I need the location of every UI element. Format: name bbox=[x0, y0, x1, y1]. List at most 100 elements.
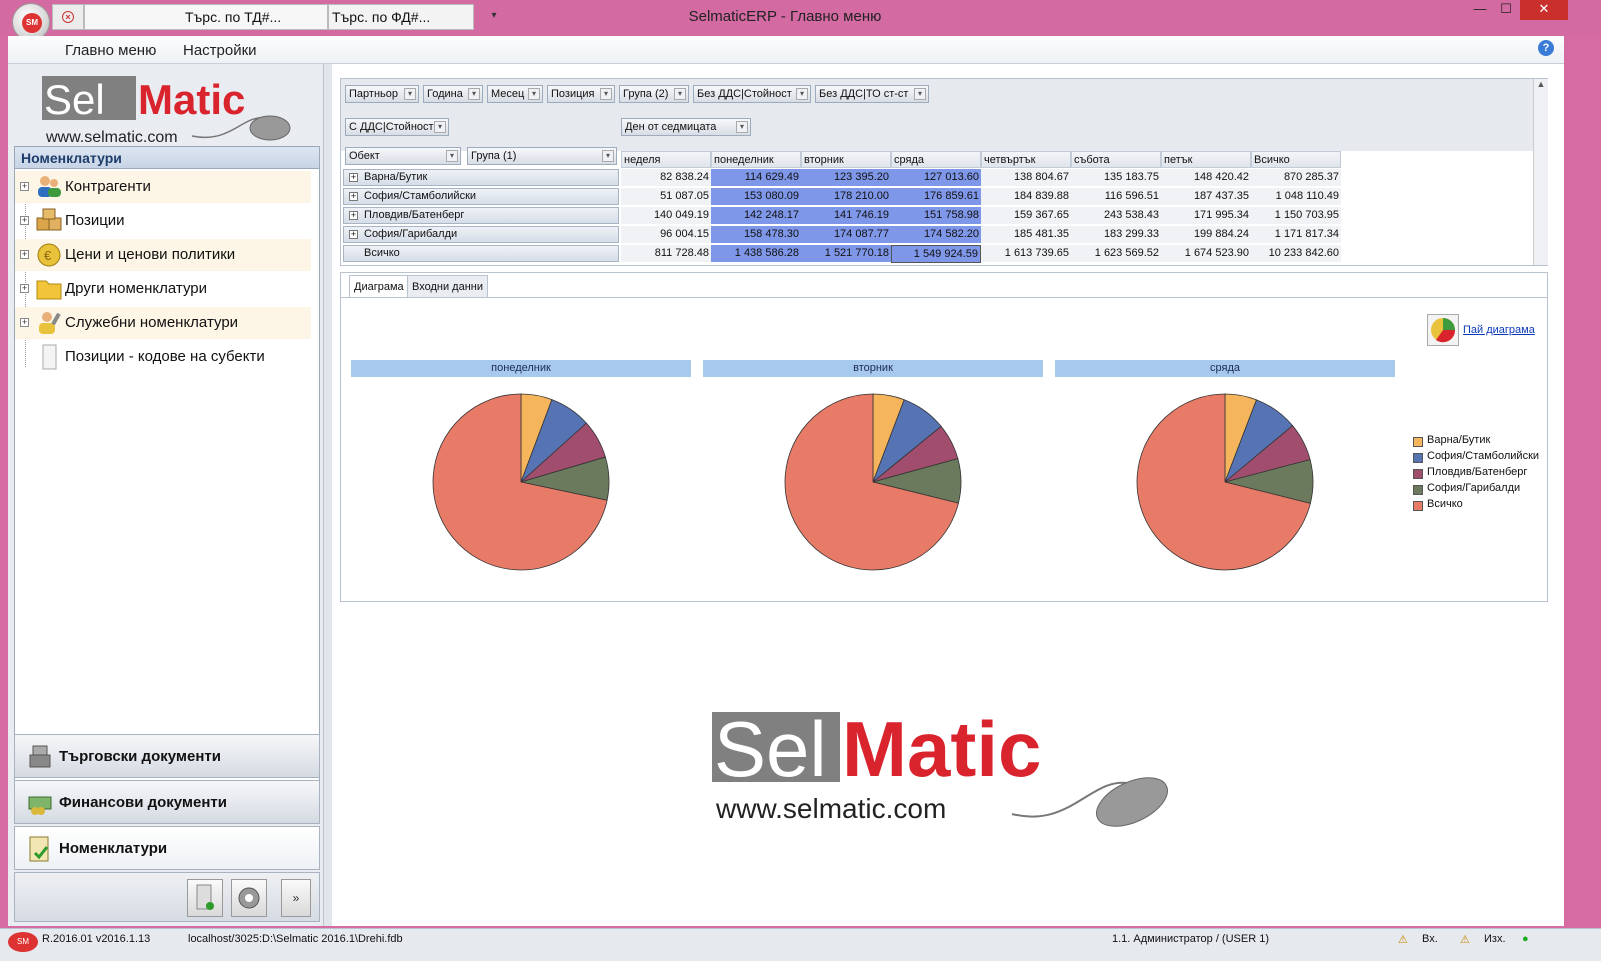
expand-icon[interactable]: + bbox=[349, 211, 358, 220]
data-cell[interactable]: 140 049.19 bbox=[621, 207, 711, 225]
data-cell[interactable]: 135 183.75 bbox=[1071, 169, 1161, 187]
data-cell[interactable]: 142 248.17 bbox=[711, 207, 801, 225]
nav-nomenclatures[interactable]: Номенклатури bbox=[14, 826, 320, 870]
expand-icon[interactable]: + bbox=[349, 230, 358, 239]
nav-trade-documents[interactable]: Търговски документи bbox=[14, 734, 320, 778]
data-cell[interactable]: 184 839.88 bbox=[981, 188, 1071, 206]
tree-item-positions[interactable]: + Позиции bbox=[15, 205, 311, 237]
field-position[interactable]: Позиция ▾ bbox=[547, 85, 615, 103]
data-cell[interactable]: 243 538.43 bbox=[1071, 207, 1161, 225]
data-cell[interactable]: 159 367.65 bbox=[981, 207, 1071, 225]
quick-tab-td-search[interactable]: Търс. по ТД#... bbox=[84, 4, 328, 30]
data-cell[interactable]: 185 481.35 bbox=[981, 226, 1071, 244]
menu-settings[interactable]: Настройки bbox=[183, 42, 257, 59]
field-novat-cost[interactable]: Без ДДС|ТО ст-ст ▾ bbox=[815, 85, 929, 103]
expand-icon[interactable]: + bbox=[20, 318, 29, 327]
dropdown-icon[interactable]: ▾ bbox=[600, 88, 612, 100]
nav-finance-documents[interactable]: Финансови документи bbox=[14, 780, 320, 824]
device-button[interactable] bbox=[187, 879, 223, 917]
data-cell[interactable]: 174 087.77 bbox=[801, 226, 891, 244]
dropdown-icon[interactable]: ▾ bbox=[404, 88, 416, 100]
data-cell[interactable]: 199 884.24 bbox=[1161, 226, 1251, 244]
data-cell[interactable]: 127 013.60 bbox=[891, 169, 981, 187]
expand-icon[interactable]: + bbox=[20, 216, 29, 225]
data-cell[interactable]: 176 859.61 bbox=[891, 188, 981, 206]
field-month[interactable]: Месец ▾ bbox=[487, 85, 543, 103]
field-novat-value[interactable]: Без ДДС|Стойност ▾ bbox=[693, 85, 811, 103]
data-cell[interactable]: 82 838.24 bbox=[621, 169, 711, 187]
expand-icon[interactable]: + bbox=[20, 250, 29, 259]
data-cell[interactable]: 151 758.98 bbox=[891, 207, 981, 225]
data-cell[interactable]: 1 048 110.49 bbox=[1251, 188, 1341, 206]
expand-icon[interactable]: + bbox=[349, 192, 358, 201]
tree-item-prices[interactable]: + € Цени и ценови политики bbox=[15, 239, 311, 271]
data-cell[interactable]: 1 521 770.18 bbox=[801, 245, 891, 263]
quick-access-dropdown[interactable]: ▾ bbox=[484, 4, 504, 30]
column-header[interactable]: събота bbox=[1071, 151, 1161, 168]
field-object[interactable]: Обект ▾ bbox=[345, 147, 461, 165]
close-window-button[interactable]: ✕ bbox=[1520, 0, 1568, 20]
column-header[interactable]: понеделник bbox=[711, 151, 801, 168]
dropdown-icon[interactable]: ▾ bbox=[736, 121, 748, 133]
data-cell[interactable]: 1 438 586.28 bbox=[711, 245, 801, 263]
close-tab-button[interactable]: × bbox=[52, 4, 84, 30]
dropdown-icon[interactable]: ▾ bbox=[602, 150, 614, 162]
field-weekday[interactable]: Ден от седмицата ▾ bbox=[621, 118, 751, 136]
field-group2[interactable]: Група (2) ▾ bbox=[619, 85, 689, 103]
data-cell[interactable]: 123 395.20 bbox=[801, 169, 891, 187]
data-cell[interactable]: 174 582.20 bbox=[891, 226, 981, 244]
row-header[interactable]: + София/Стамболийски bbox=[343, 188, 619, 205]
help-icon[interactable]: ? bbox=[1538, 40, 1554, 56]
data-cell[interactable]: 153 080.09 bbox=[711, 188, 801, 206]
dropdown-icon[interactable]: ▾ bbox=[528, 88, 540, 100]
quick-tab-fd-search[interactable]: Търс. по ФД#... bbox=[328, 4, 474, 30]
tab-input-data[interactable]: Входни данни bbox=[407, 275, 488, 297]
column-header[interactable]: Всичко bbox=[1251, 151, 1341, 168]
row-header[interactable]: + Пловдив/Батенберг bbox=[343, 207, 619, 224]
data-cell[interactable]: 1 623 569.52 bbox=[1071, 245, 1161, 263]
data-cell[interactable]: 811 728.48 bbox=[621, 245, 711, 263]
tree-item-other[interactable]: + Други номенклатури bbox=[15, 273, 311, 305]
pivot-scrollbar[interactable]: ▲ bbox=[1533, 79, 1548, 265]
warning-icon[interactable]: ⚠ bbox=[1398, 933, 1408, 946]
dropdown-icon[interactable]: ▾ bbox=[434, 121, 446, 133]
expand-icon[interactable]: + bbox=[20, 284, 29, 293]
column-header[interactable]: вторник bbox=[801, 151, 891, 168]
column-header[interactable]: четвъртък bbox=[981, 151, 1071, 168]
data-cell[interactable]: 171 995.34 bbox=[1161, 207, 1251, 225]
data-cell[interactable]: 1 674 523.90 bbox=[1161, 245, 1251, 263]
status-in[interactable]: Вх. bbox=[1422, 933, 1438, 945]
maximize-button[interactable]: ☐ bbox=[1492, 0, 1520, 20]
row-header[interactable]: + Варна/Бутик bbox=[343, 169, 619, 186]
data-cell[interactable]: 1 613 739.65 bbox=[981, 245, 1071, 263]
minimize-button[interactable]: — bbox=[1466, 0, 1494, 20]
tree-item-contragents[interactable]: + Контрагенти bbox=[15, 171, 311, 203]
data-cell[interactable]: 138 804.67 bbox=[981, 169, 1071, 187]
column-header[interactable]: неделя bbox=[621, 151, 711, 168]
dropdown-icon[interactable]: ▾ bbox=[446, 150, 458, 162]
dropdown-icon[interactable]: ▾ bbox=[468, 88, 480, 100]
data-cell[interactable]: 870 285.37 bbox=[1251, 169, 1341, 187]
data-cell[interactable]: 158 478.30 bbox=[711, 226, 801, 244]
pie-chart-link[interactable]: Пай диаграма bbox=[1463, 324, 1535, 336]
dropdown-icon[interactable]: ▾ bbox=[674, 88, 686, 100]
pie-chart-button[interactable] bbox=[1427, 314, 1459, 346]
tree-item-service[interactable]: + Служебни номенклатури bbox=[15, 307, 311, 339]
data-cell[interactable]: 96 004.15 bbox=[621, 226, 711, 244]
field-year[interactable]: Година ▾ bbox=[423, 85, 483, 103]
settings-button[interactable] bbox=[231, 879, 267, 917]
data-cell[interactable]: 178 210.00 bbox=[801, 188, 891, 206]
field-vat-value[interactable]: С ДДС|Стойност ▾ bbox=[345, 118, 449, 136]
status-out[interactable]: Изх. bbox=[1484, 933, 1506, 945]
data-cell[interactable]: 1 150 703.95 bbox=[1251, 207, 1341, 225]
menu-main[interactable]: Главно меню bbox=[65, 42, 156, 59]
row-header[interactable]: + София/Гарибалди bbox=[343, 226, 619, 243]
more-button[interactable]: » bbox=[281, 879, 311, 917]
panel-splitter[interactable] bbox=[324, 64, 332, 926]
data-cell[interactable]: 114 629.49 bbox=[711, 169, 801, 187]
total-row-header[interactable]: Всичко bbox=[343, 245, 619, 262]
field-group1[interactable]: Група (1) ▾ bbox=[467, 147, 617, 165]
data-cell[interactable]: 148 420.42 bbox=[1161, 169, 1251, 187]
data-cell[interactable]: 187 437.35 bbox=[1161, 188, 1251, 206]
warning-icon[interactable]: ⚠ bbox=[1460, 933, 1470, 946]
